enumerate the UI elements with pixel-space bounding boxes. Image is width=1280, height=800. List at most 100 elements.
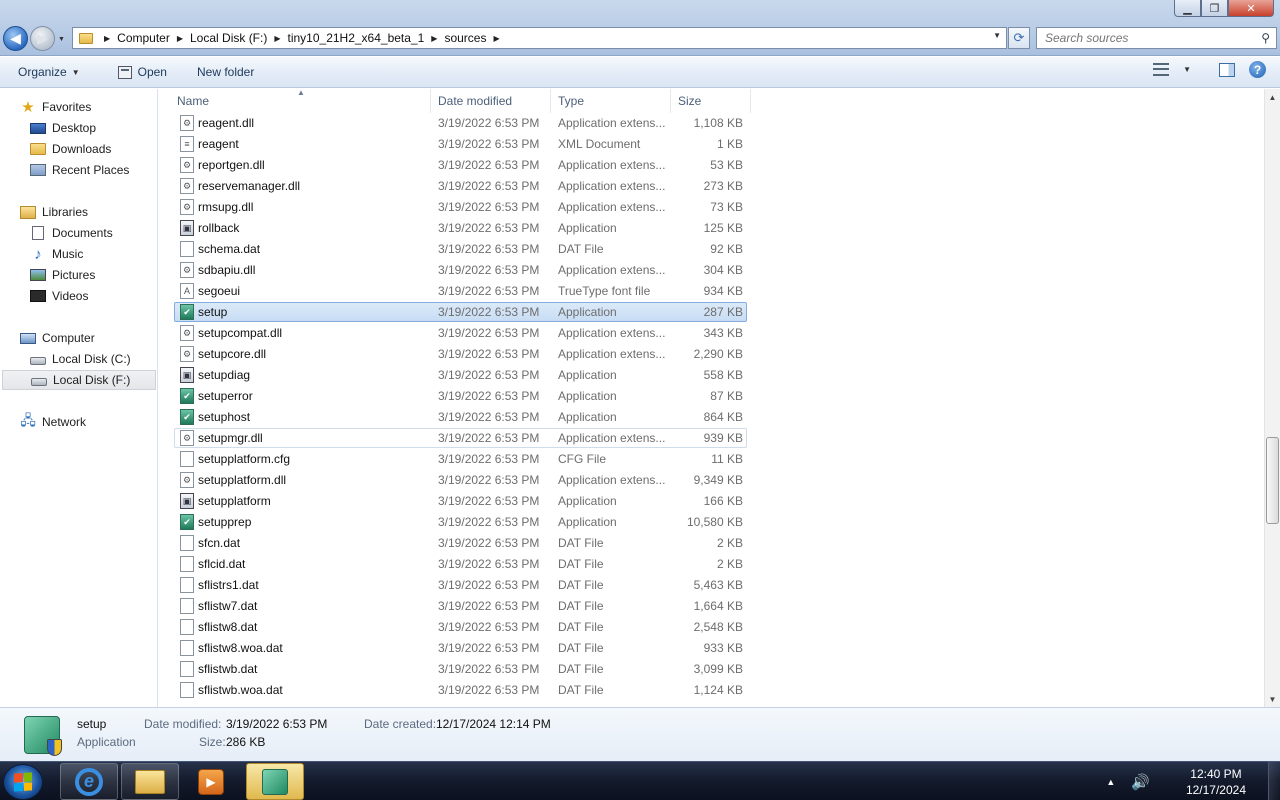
hard-drive-icon: [30, 357, 46, 365]
column-header-type[interactable]: Type: [551, 89, 671, 113]
show-hidden-icons-icon[interactable]: ▲: [1106, 777, 1115, 787]
view-options-dropdown-icon[interactable]: ▼: [1183, 65, 1191, 74]
preview-pane-icon[interactable]: [1219, 62, 1235, 77]
forward-button[interactable]: ▶: [30, 26, 55, 51]
organize-button[interactable]: Organize ▼: [10, 60, 88, 84]
breadcrumb-separator-icon[interactable]: ▶: [274, 34, 280, 43]
nav-favorites[interactable]: ★ Favorites: [0, 97, 156, 117]
nav-network[interactable]: 🖧 Network: [0, 412, 156, 432]
column-date-label: Date modified: [438, 94, 513, 108]
breadcrumb-tiny10[interactable]: tiny10_21H2_x64_beta_1: [288, 31, 425, 45]
file-row[interactable]: ▣ rollback 3/19/2022 6:53 PM Application 125…: [174, 218, 747, 238]
file-size: 3,099 KB: [693, 662, 743, 676]
file-row[interactable]: ≡ reagent 3/19/2022 6:53 PM XML Document 1 K…: [174, 134, 747, 154]
recent-pages-dropdown[interactable]: ▼: [58, 36, 65, 43]
file-row[interactable]: ⚙ sdbapiu.dll 3/19/2022 6:53 PM Application…: [174, 260, 747, 280]
back-button[interactable]: ◀: [3, 26, 28, 51]
file-name: reagent: [198, 137, 239, 151]
file-row[interactable]: ⚙ setupplatform.dll 3/19/2022 6:53 PM Appli…: [174, 470, 747, 490]
scrollbar-thumb[interactable]: [1266, 437, 1279, 524]
taskbar-windows-explorer[interactable]: [121, 763, 179, 800]
address-bar[interactable]: ▶ Computer ▶ Local Disk (F:) ▶ tiny10_21…: [72, 27, 1007, 49]
file-date-modified: 3/19/2022 6:53 PM: [438, 200, 540, 214]
scroll-up-icon[interactable]: ▲: [1265, 89, 1280, 105]
breadcrumb-separator-icon[interactable]: ▶: [431, 34, 437, 43]
close-button[interactable]: ✕: [1228, 0, 1274, 17]
breadcrumb-separator-icon[interactable]: ▶: [177, 34, 183, 43]
search-box[interactable]: ⚲: [1036, 27, 1277, 49]
nav-documents[interactable]: Documents: [0, 223, 156, 243]
file-row[interactable]: sfcn.dat 3/19/2022 6:53 PM DAT File 2 KB: [174, 533, 747, 553]
setup-app-icon: [24, 716, 62, 756]
volume-icon[interactable]: 🔊: [1131, 773, 1150, 791]
column-header-date-modified[interactable]: Date modified: [431, 89, 551, 113]
file-row[interactable]: setupplatform.cfg 3/19/2022 6:53 PM CFG Fi…: [174, 449, 747, 469]
file-date-modified: 3/19/2022 6:53 PM: [438, 221, 540, 235]
file-row[interactable]: ⚙ reportgen.dll 3/19/2022 6:53 PM Applicati…: [174, 155, 747, 175]
nav-pictures[interactable]: Pictures: [0, 265, 156, 285]
file-size: 864 KB: [703, 410, 743, 424]
file-row[interactable]: ⚙ setupmgr.dll 3/19/2022 6:53 PM Applicatio…: [174, 428, 747, 448]
file-row[interactable]: sflistwb.dat 3/19/2022 6:53 PM DAT File 3,0…: [174, 659, 747, 679]
breadcrumb-computer[interactable]: Computer: [117, 31, 170, 45]
help-icon[interactable]: ?: [1249, 61, 1266, 78]
nav-local-disk-f[interactable]: Local Disk (F:): [2, 370, 156, 390]
address-dropdown-icon[interactable]: ▼: [993, 31, 1001, 40]
file-row[interactable]: ✔ setuperror 3/19/2022 6:53 PM Application 8…: [174, 386, 747, 406]
file-name: sflcid.dat: [198, 557, 246, 571]
show-desktop-button[interactable]: [1268, 762, 1280, 800]
nav-desktop[interactable]: Desktop: [0, 118, 156, 138]
new-folder-button[interactable]: New folder: [189, 60, 262, 84]
file-row[interactable]: ⚙ reagent.dll 3/19/2022 6:53 PM Application…: [174, 113, 747, 133]
windows-logo-icon: [14, 772, 32, 792]
clock[interactable]: 12:40 PM 12/17/2024: [1186, 766, 1246, 798]
nav-downloads[interactable]: Downloads: [0, 139, 156, 159]
taskbar-media-player[interactable]: ▶: [182, 763, 240, 800]
file-type: Application extens...: [558, 158, 666, 172]
file-row[interactable]: schema.dat 3/19/2022 6:53 PM DAT File 92 KB: [174, 239, 747, 259]
file-row[interactable]: ▣ setupplatform 3/19/2022 6:53 PM Applicati…: [174, 491, 747, 511]
taskbar-internet-explorer[interactable]: e: [60, 763, 118, 800]
start-button[interactable]: [3, 764, 43, 800]
file-row[interactable]: ⚙ setupcompat.dll 3/19/2022 6:53 PM Applica…: [174, 323, 747, 343]
file-row[interactable]: sflistw8.dat 3/19/2022 6:53 PM DAT File 2,5…: [174, 617, 747, 637]
column-header-size[interactable]: Size: [671, 89, 751, 113]
file-name: sflistwb.dat: [198, 662, 258, 676]
file-row[interactable]: ⚙ reservemanager.dll 3/19/2022 6:53 PM Appl…: [174, 176, 747, 196]
file-row[interactable]: ⚙ rmsupg.dll 3/19/2022 6:53 PM Application …: [174, 197, 747, 217]
file-row[interactable]: ▣ setupdiag 3/19/2022 6:53 PM Application 55…: [174, 365, 747, 385]
breadcrumb-local-disk-f[interactable]: Local Disk (F:): [190, 31, 267, 45]
nav-libraries[interactable]: Libraries: [0, 202, 156, 222]
file-row[interactable]: sflistw7.dat 3/19/2022 6:53 PM DAT File 1,6…: [174, 596, 747, 616]
breadcrumb-separator-icon[interactable]: ▶: [104, 34, 110, 43]
file-row[interactable]: ✔ setupprep 3/19/2022 6:53 PM Application 10…: [174, 512, 747, 532]
breadcrumb-sources[interactable]: sources: [444, 31, 486, 45]
file-row[interactable]: sflistw8.woa.dat 3/19/2022 6:53 PM DAT Fil…: [174, 638, 747, 658]
nav-local-disk-c[interactable]: Local Disk (C:): [0, 349, 156, 369]
nav-videos[interactable]: Videos: [0, 286, 156, 306]
search-input[interactable]: [1037, 28, 1247, 48]
file-row[interactable]: ✔ setup 3/19/2022 6:53 PM Application 287 KB: [174, 302, 747, 322]
nav-computer[interactable]: Computer: [0, 328, 156, 348]
minimize-button[interactable]: ▁: [1174, 0, 1201, 17]
breadcrumb-separator-icon[interactable]: ▶: [493, 34, 499, 43]
file-row[interactable]: sflistwb.woa.dat 3/19/2022 6:53 PM DAT Fil…: [174, 680, 747, 700]
refresh-button[interactable]: ⟳: [1008, 27, 1030, 49]
search-icon[interactable]: ⚲: [1261, 31, 1270, 45]
open-button[interactable]: Open: [110, 60, 175, 84]
taskbar-setup[interactable]: [246, 763, 304, 800]
nav-music[interactable]: ♪ Music: [0, 244, 156, 264]
file-row[interactable]: sflcid.dat 3/19/2022 6:53 PM DAT File 2 KB: [174, 554, 747, 574]
file-row[interactable]: ⚙ setupcore.dll 3/19/2022 6:53 PM Applicati…: [174, 344, 747, 364]
file-row[interactable]: sflistrs1.dat 3/19/2022 6:53 PM DAT File 5,…: [174, 575, 747, 595]
maximize-button[interactable]: ❐: [1201, 0, 1228, 17]
column-header-name[interactable]: Name ▲: [159, 89, 431, 113]
nav-recent-places[interactable]: Recent Places: [0, 160, 156, 180]
file-row[interactable]: ✔ setuphost 3/19/2022 6:53 PM Application 86…: [174, 407, 747, 427]
scroll-down-icon[interactable]: ▼: [1265, 691, 1280, 707]
file-row[interactable]: Asegoeui 3/19/2022 6:53 PM TrueType font f…: [174, 281, 747, 301]
vertical-scrollbar[interactable]: ▲ ▼: [1264, 89, 1280, 707]
file-type: TrueType font file: [558, 284, 651, 298]
view-details-icon[interactable]: [1153, 63, 1170, 76]
file-name: sdbapiu.dll: [198, 263, 256, 277]
